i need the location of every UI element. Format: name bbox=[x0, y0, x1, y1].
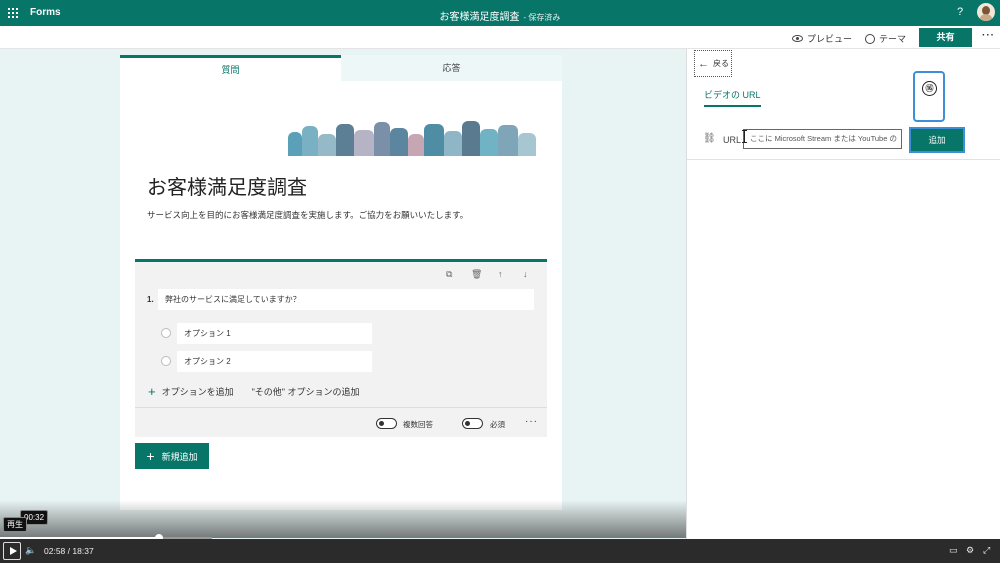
arrow-down-icon[interactable]: ↓ bbox=[523, 269, 528, 279]
required-toggle[interactable] bbox=[462, 418, 483, 429]
video-url-input[interactable]: ここに Microsoft Stream または YouTube の bbox=[743, 129, 902, 149]
divider bbox=[687, 159, 1000, 160]
question-number: 1. bbox=[147, 295, 154, 304]
fullscreen-icon[interactable]: ⤢ bbox=[983, 545, 990, 556]
theme-button[interactable]: テーマ bbox=[865, 32, 906, 45]
form-description[interactable]: サービス向上を目的にお客様満足度調査を実施します。ご協力をお願いいたします。 bbox=[147, 209, 468, 221]
volume-icon[interactable]: 🔈 bbox=[25, 545, 36, 556]
back-label: 戻る bbox=[713, 59, 729, 68]
multiple-answers-label: 複数回答 bbox=[403, 420, 433, 429]
document-title: お客様満足度調査 - 保存済み bbox=[0, 8, 1000, 23]
insert-video-panel: ← 戻る ビデオの URL ⑯ ⛓ URL ここに Microsoft Stre… bbox=[686, 49, 1000, 539]
trash-icon[interactable]: 🗑 bbox=[471, 269, 482, 280]
form-card: 質問 応答 お客様満足度調査 サービス向上を目的にお客様満足度調査を実施します。… bbox=[120, 55, 562, 510]
help-icon[interactable]: ? bbox=[957, 6, 963, 18]
tab-responses[interactable]: 応答 bbox=[341, 55, 562, 81]
avatar[interactable] bbox=[977, 3, 995, 21]
current-time: 02:58 bbox=[44, 546, 66, 556]
add-other-option-button[interactable]: "その他" オプションの追加 bbox=[252, 385, 360, 398]
captions-icon[interactable]: ▭ bbox=[949, 545, 958, 556]
add-new-button[interactable]: + 新規追加 bbox=[135, 443, 209, 469]
add-option-button[interactable]: オプションを追加 bbox=[162, 385, 234, 398]
add-new-label: 新規追加 bbox=[161, 451, 198, 462]
command-bar: プレビュー テーマ bbox=[0, 26, 1000, 49]
add-option-row: + オプションを追加 "その他" オプションの追加 bbox=[148, 384, 360, 399]
multiple-answers-toggle[interactable] bbox=[376, 418, 397, 429]
share-button[interactable]: 共有 bbox=[919, 28, 972, 47]
document-title-text: お客様満足度調査 bbox=[439, 12, 520, 23]
step-callout: ⑯ bbox=[913, 71, 945, 122]
question-more-icon[interactable]: ··· bbox=[525, 416, 538, 427]
option-radio bbox=[161, 328, 171, 338]
option-1-field[interactable]: オプション 1 bbox=[177, 323, 372, 344]
text-cursor-icon bbox=[742, 130, 747, 143]
header-banner-image bbox=[288, 120, 536, 156]
question-footer: 複数回答 必須 ··· bbox=[135, 407, 547, 437]
preview-button[interactable]: プレビュー bbox=[792, 32, 852, 45]
back-button[interactable]: ← 戻る bbox=[694, 50, 732, 77]
link-icon: ⛓ bbox=[703, 133, 716, 144]
url-label: URL bbox=[723, 135, 742, 145]
save-status: - 保存済み bbox=[523, 13, 561, 22]
form-title[interactable]: お客様満足度調査 bbox=[147, 171, 307, 200]
palette-icon bbox=[865, 33, 875, 44]
question-card[interactable]: ⧉ 🗑 ↑ ↓ 1. 弊社のサービスに満足していますか？ オプション 1 オプシ… bbox=[135, 259, 547, 437]
arrow-up-icon[interactable]: ↑ bbox=[498, 269, 503, 279]
settings-icon[interactable]: ⚙ bbox=[966, 545, 974, 556]
copy-icon[interactable]: ⧉ bbox=[446, 269, 452, 280]
time-display: 02:58 / 18:37 bbox=[44, 546, 94, 556]
option-radio bbox=[161, 356, 171, 366]
add-video-button[interactable]: 追加 bbox=[909, 127, 965, 153]
more-options-icon[interactable]: ··· bbox=[982, 30, 995, 41]
plus-icon: + bbox=[146, 448, 155, 464]
question-text-field[interactable]: 弊社のサービスに満足していますか？ bbox=[158, 289, 534, 310]
eye-icon bbox=[792, 35, 803, 42]
required-label: 必須 bbox=[490, 420, 505, 429]
theme-label: テーマ bbox=[879, 34, 907, 44]
arrow-left-icon: ← bbox=[698, 57, 709, 70]
top-bar: Forms お客様満足度調査 - 保存済み ? bbox=[0, 0, 1000, 26]
step-number: ⑯ bbox=[922, 81, 937, 96]
play-tooltip: 再生 bbox=[3, 517, 27, 532]
total-time: 18:37 bbox=[72, 546, 94, 556]
preview-label: プレビュー bbox=[807, 34, 853, 44]
tab-questions[interactable]: 質問 bbox=[120, 55, 341, 81]
player-shade bbox=[0, 500, 686, 538]
time-separator: / bbox=[67, 546, 71, 556]
play-button[interactable] bbox=[3, 542, 21, 560]
tab-video-url[interactable]: ビデオの URL bbox=[704, 88, 761, 107]
video-player-bar: 🔈 02:58 / 18:37 ▭ ⚙ ⤢ bbox=[0, 539, 1000, 563]
option-2-field[interactable]: オプション 2 bbox=[177, 351, 372, 372]
plus-icon: + bbox=[148, 384, 156, 399]
